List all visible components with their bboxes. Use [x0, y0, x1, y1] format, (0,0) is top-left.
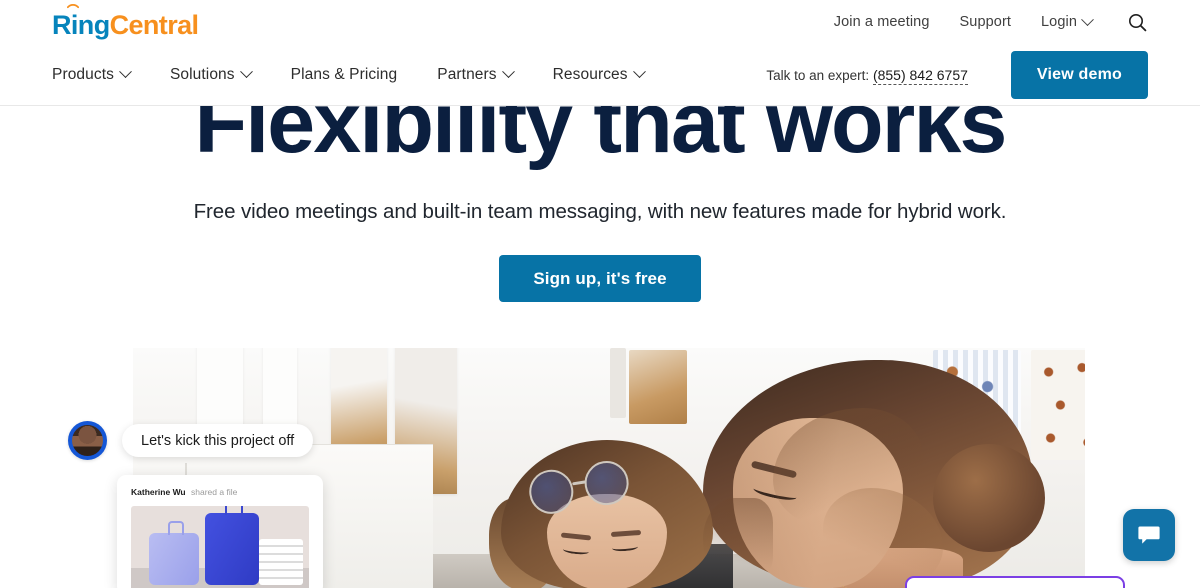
nav-item-label: Products: [52, 65, 114, 83]
chevron-down-icon: [119, 65, 132, 79]
shared-file-card: Katherine Wu shared a file: [117, 475, 323, 588]
nav-item-label: Plans & Pricing: [290, 65, 398, 83]
nav-item-partners[interactable]: Partners: [437, 65, 515, 84]
talk-to-expert-label: Talk to an expert:: [766, 67, 870, 83]
suitcase-light: [149, 521, 199, 585]
chat-widget-button[interactable]: [1123, 509, 1175, 561]
nav-item-label: Partners: [437, 65, 497, 83]
hero-subtitle: Free video meetings and built-in team me…: [193, 200, 1007, 223]
avatar-photo: [72, 425, 103, 456]
shared-file-action: shared a file: [191, 487, 238, 497]
primary-nav-row: Ring Central Products Solutions Plans & …: [0, 4, 1200, 105]
utility-link-join-a-meeting[interactable]: Join a meeting: [834, 14, 930, 30]
utility-link-support[interactable]: Support: [960, 14, 1012, 30]
chevron-down-icon: [1081, 12, 1094, 26]
search-icon[interactable]: [1126, 11, 1148, 33]
nav-item-solutions[interactable]: Solutions: [169, 65, 253, 84]
logo-text-central: Central: [109, 10, 199, 40]
expert-phone-link[interactable]: (855) 842 6757: [872, 66, 968, 85]
wifi-arc-icon: [67, 4, 79, 9]
site-header: Join a meeting Support Login Ring Centra…: [0, 0, 1200, 106]
main-nav: Products Solutions Plans & Pricing Partn…: [52, 44, 684, 105]
fabric-swatch: [610, 348, 626, 418]
fabric-swatch: [629, 350, 687, 424]
eyeglass-lens: [581, 457, 632, 509]
utility-link-label: Join a meeting: [833, 14, 930, 30]
fabric-swatch: [1031, 350, 1085, 460]
nav-item-resources[interactable]: Resources: [552, 65, 646, 84]
chevron-down-icon: [239, 65, 253, 79]
utility-link-login[interactable]: Login: [1041, 12, 1094, 30]
utility-link-label: Support: [959, 14, 1012, 30]
eyeglass-lens: [526, 466, 577, 517]
suitcase-dark: [205, 506, 259, 585]
purple-callout-card: [905, 576, 1125, 588]
chat-bubble-icon: [1138, 526, 1160, 544]
view-demo-button[interactable]: View demo: [1010, 50, 1148, 99]
chevron-down-icon: [632, 65, 646, 79]
chat-bubble-overlay: Let's kick this project off: [68, 421, 314, 460]
ringcentral-logo[interactable]: Ring Central: [52, 4, 199, 41]
logo-text-ring: Ring: [52, 10, 110, 40]
chat-bubble-message: Let's kick this project off: [122, 424, 314, 457]
talk-to-expert: Talk to an expert: (855) 842 6757: [766, 66, 968, 85]
person-right-hair-bun: [933, 444, 1045, 552]
page-root: Join a meeting Support Login Ring Centra…: [0, 0, 1200, 588]
shared-file-sender: Katherine Wu: [131, 487, 186, 497]
nav-item-label: Resources: [552, 65, 628, 83]
nav-item-plans-and-pricing[interactable]: Plans & Pricing: [291, 66, 398, 84]
nav-item-products[interactable]: Products: [52, 65, 132, 84]
avatar: [68, 421, 107, 460]
header-actions: Talk to an expert: (855) 842 6757 View d…: [766, 44, 1148, 105]
shared-file-thumbnail: [131, 506, 309, 588]
chevron-down-icon: [501, 65, 515, 79]
utility-link-label: Login: [1041, 14, 1077, 30]
nav-item-label: Solutions: [169, 65, 235, 83]
sign-up-button[interactable]: Sign up, it's free: [499, 255, 701, 302]
stacked-boxes: [259, 539, 303, 585]
shared-file-header: Katherine Wu shared a file: [131, 487, 309, 497]
hero-cta-wrapper: Sign up, it's free: [0, 255, 1200, 302]
